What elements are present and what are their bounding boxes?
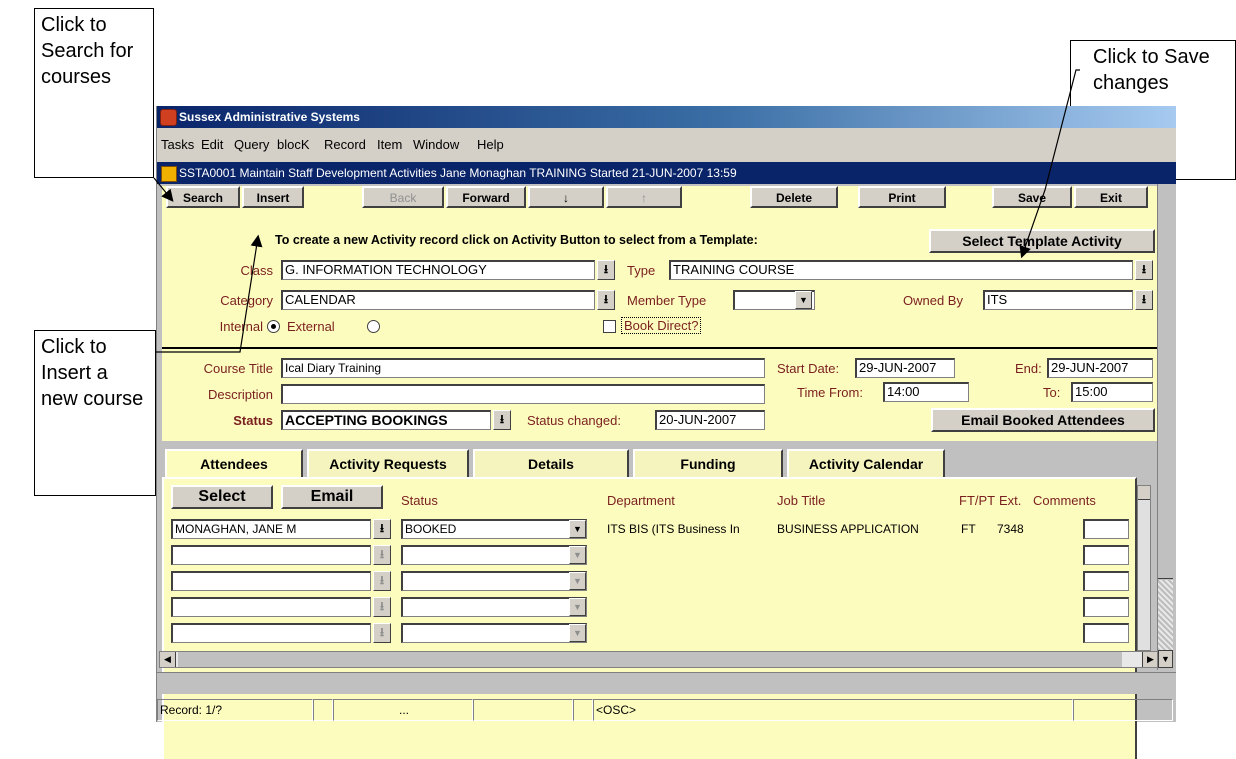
search-arrow (153, 177, 174, 202)
save-arrow (1019, 69, 1080, 259)
insert-arrow (156, 234, 263, 353)
callout-arrows (153, 69, 1080, 353)
